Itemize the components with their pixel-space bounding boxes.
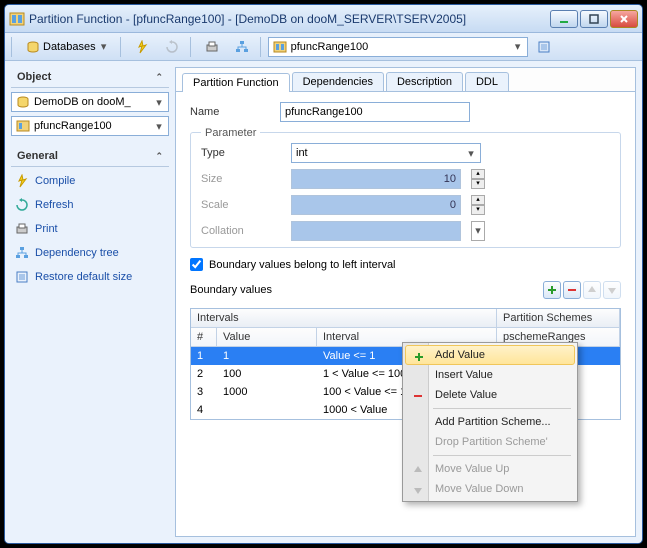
restore-size-button[interactable] <box>530 37 558 57</box>
ctx-delete-value[interactable]: Delete Value <box>405 385 575 405</box>
tab-dependencies[interactable]: Dependencies <box>292 72 384 91</box>
refresh-link[interactable]: Refresh <box>11 195 169 215</box>
tab-ddl[interactable]: DDL <box>465 72 509 91</box>
collapse-icon[interactable]: ⌃ <box>155 151 163 162</box>
size-field: 10 <box>291 169 461 189</box>
sidebar: Object ⌃ DemoDB on dooM_▾ pfuncRange100▾… <box>5 61 175 543</box>
size-label: Size <box>201 173 281 185</box>
scale-label: Scale <box>201 199 281 211</box>
parameter-group: Parameter Type int▾ Size 10 ▴▾ Scale <box>190 132 621 248</box>
tab-description[interactable]: Description <box>386 72 463 91</box>
scale-field: 0 <box>291 195 461 215</box>
tab-bar: Partition Function Dependencies Descript… <box>176 68 635 92</box>
ctx-add-value[interactable]: Add Value <box>405 345 575 365</box>
object-selector-value: pfuncRange100 <box>291 41 509 53</box>
ctx-insert-value[interactable]: Insert Value <box>405 365 575 385</box>
app-icon <box>9 11 25 27</box>
restore-size-link[interactable]: Restore default size <box>11 267 169 287</box>
ctx-move-down: Move Value Down <box>405 479 575 499</box>
compile-button[interactable] <box>128 37 156 57</box>
add-value-button[interactable] <box>543 281 561 299</box>
refresh-button[interactable] <box>158 37 186 57</box>
window-title: Partition Function - [pfuncRange100] - [… <box>29 12 550 26</box>
database-combo[interactable]: DemoDB on dooM_▾ <box>11 92 169 112</box>
main-panel: Partition Function Dependencies Descript… <box>175 67 636 537</box>
arrow-up-icon <box>410 462 426 478</box>
minus-icon <box>410 388 426 404</box>
name-label: Name <box>190 106 270 118</box>
boundary-values-label: Boundary values <box>190 284 272 296</box>
grid-header: Intervals Partition Schemes <box>191 309 620 328</box>
object-header: Object ⌃ <box>11 67 169 88</box>
arrow-down-icon <box>410 482 426 498</box>
delete-value-button[interactable] <box>563 281 581 299</box>
type-combo[interactable]: int▾ <box>291 143 481 163</box>
print-link[interactable]: Print <box>11 219 169 239</box>
close-button[interactable] <box>610 10 638 28</box>
scale-stepper: ▴▾ <box>471 195 485 215</box>
general-header: General ⌃ <box>11 146 169 167</box>
dependency-tree-link[interactable]: Dependency tree <box>11 243 169 263</box>
collation-field <box>291 221 461 241</box>
dependency-tree-button[interactable] <box>228 37 256 57</box>
move-up-button[interactable] <box>583 281 601 299</box>
size-stepper: ▴▾ <box>471 169 485 189</box>
minimize-button[interactable] <box>550 10 578 28</box>
object-combo[interactable]: pfuncRange100▾ <box>11 116 169 136</box>
compile-link[interactable]: Compile <box>11 171 169 191</box>
context-menu: Add Value Insert Value Delete Value Add … <box>402 342 578 502</box>
move-down-button[interactable] <box>603 281 621 299</box>
titlebar: Partition Function - [pfuncRange100] - [… <box>5 5 642 33</box>
databases-dropdown[interactable]: Databases ▾ <box>19 37 116 57</box>
ctx-add-partition-scheme[interactable]: Add Partition Scheme... <box>405 412 575 432</box>
databases-label: Databases <box>43 41 96 53</box>
app-window: Partition Function - [pfuncRange100] - [… <box>4 4 643 544</box>
type-label: Type <box>201 147 281 159</box>
maximize-button[interactable] <box>580 10 608 28</box>
print-button[interactable] <box>198 37 226 57</box>
toolbar: Databases ▾ pfuncRange100 ▾ <box>5 33 642 61</box>
object-selector-combo[interactable]: pfuncRange100 ▾ <box>268 37 528 57</box>
ctx-drop-partition-scheme: Drop Partition Scheme' <box>405 432 575 452</box>
left-interval-label: Boundary values belong to left interval <box>209 259 396 271</box>
plus-icon <box>411 349 427 365</box>
collation-label: Collation <box>201 225 281 237</box>
name-input[interactable] <box>280 102 470 122</box>
collapse-icon[interactable]: ⌃ <box>155 72 163 83</box>
left-interval-checkbox[interactable] <box>190 258 203 271</box>
tab-partition-function[interactable]: Partition Function <box>182 73 290 92</box>
ctx-move-up: Move Value Up <box>405 459 575 479</box>
